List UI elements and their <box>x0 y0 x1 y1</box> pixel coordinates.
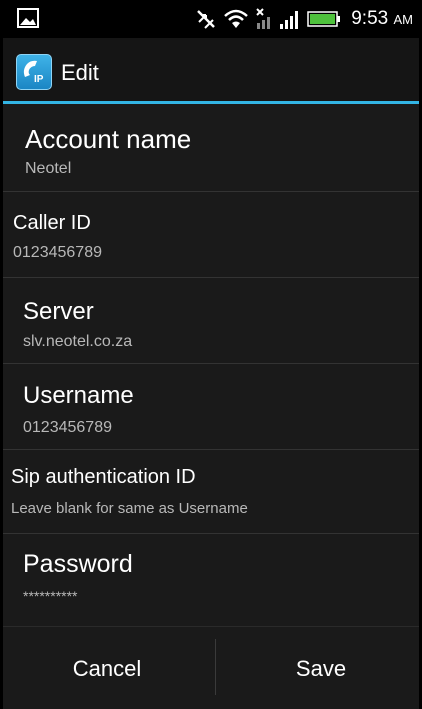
battery-icon <box>307 11 341 27</box>
username-label: Username <box>23 382 134 409</box>
sip-auth-id-value: Leave blank for same as Username <box>11 500 248 517</box>
wifi-icon <box>224 9 249 28</box>
button-bar: Cancel Save <box>3 626 419 709</box>
sip-auth-id-row[interactable]: Sip authentication ID Leave blank for sa… <box>3 450 419 534</box>
server-row[interactable]: Server slv.neotel.co.za <box>3 278 419 364</box>
password-label: Password <box>23 550 133 578</box>
page-title: Edit <box>61 60 99 85</box>
caller-id-row[interactable]: Caller ID 0123456789 <box>3 192 419 278</box>
username-value: 0123456789 <box>23 419 112 436</box>
clock-time: 9:53 <box>351 8 389 29</box>
settings-list: Account name Neotel Caller ID 0123456789… <box>3 104 419 614</box>
server-value: slv.neotel.co.za <box>23 333 133 350</box>
app-icon-label: IP <box>34 74 44 85</box>
account-name-row[interactable]: Account name Neotel <box>3 104 419 192</box>
clock-ampm: AM <box>393 12 414 27</box>
action-bar: IP Edit <box>3 38 419 104</box>
clock: 9:53 AM <box>351 8 413 30</box>
caller-id-value: 0123456789 <box>13 244 102 261</box>
caller-id-label: Caller ID <box>13 212 91 234</box>
username-row[interactable]: Username 0123456789 <box>3 364 419 450</box>
button-divider <box>215 639 216 695</box>
status-icons: 9:53 AM <box>195 6 413 32</box>
password-value: ********** <box>23 588 78 604</box>
cancel-button[interactable]: Cancel <box>3 627 211 709</box>
mobile-data-icon <box>256 8 271 29</box>
image-icon <box>17 8 39 28</box>
status-bar: 9:53 AM <box>3 0 419 38</box>
signal-icon <box>280 11 299 29</box>
screen: 9:53 AM IP Edit Account name Neotel Call… <box>3 0 419 709</box>
sync-off-icon <box>197 10 216 29</box>
app-icon[interactable]: IP <box>16 54 52 90</box>
account-name-value: Neotel <box>25 160 72 177</box>
password-row[interactable]: Password ********** <box>3 534 419 618</box>
save-button[interactable]: Save <box>217 627 419 709</box>
sip-auth-id-label: Sip authentication ID <box>11 466 196 488</box>
server-label: Server <box>23 298 94 325</box>
account-name-label: Account name <box>25 124 192 154</box>
